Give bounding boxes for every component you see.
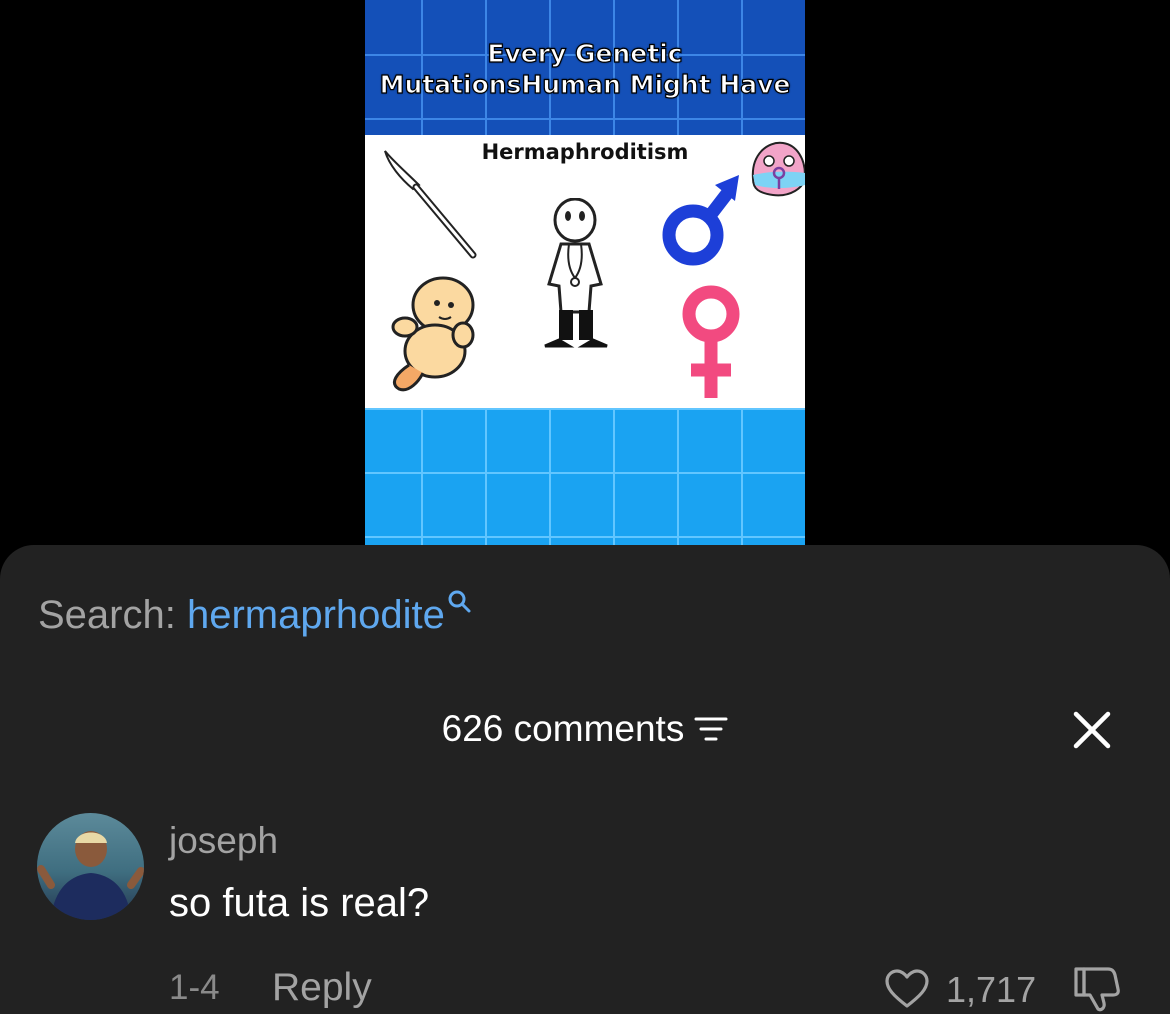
search-suggestion[interactable]: Search: hermaprhodite <box>38 590 473 638</box>
video-preview[interactable]: Every Genetic MutationsHuman Might Have … <box>365 0 805 545</box>
scalpel-illustration <box>384 150 477 259</box>
intersex-blob-illustration <box>751 141 805 197</box>
grid-background-bottom <box>365 408 805 545</box>
dislike-icon[interactable] <box>1072 965 1122 1013</box>
comment-date: 1-4 <box>169 968 220 1007</box>
like-count: 1,717 <box>946 969 1037 1010</box>
video-title: Every Genetic MutationsHuman Might Have <box>365 38 805 100</box>
baby-illustration <box>391 276 475 392</box>
comment-username[interactable]: joseph <box>169 820 278 862</box>
illustration-panel: Hermaphroditism <box>365 135 805 408</box>
comment-count: 626 comments <box>441 708 685 749</box>
avatar-photo <box>37 831 144 920</box>
female-symbol-icon <box>682 285 740 398</box>
male-symbol-icon <box>662 175 739 266</box>
search-term-link[interactable]: hermaprhodite <box>187 593 445 637</box>
close-icon[interactable] <box>1072 710 1112 750</box>
avatar[interactable] <box>37 813 144 920</box>
video-title-line-1: Every Genetic <box>487 38 683 68</box>
sort-filter-icon[interactable] <box>694 716 728 742</box>
comment-text: so futa is real? <box>169 881 430 925</box>
search-icon[interactable] <box>447 589 473 615</box>
doctor-illustration <box>544 198 608 348</box>
comments-header: 626 comments <box>0 708 1170 750</box>
reply-button[interactable]: Reply <box>272 966 372 1010</box>
video-title-line-2: MutationsHuman Might Have <box>379 69 791 99</box>
search-label: Search: <box>38 593 176 637</box>
comments-sheet: Search: hermaprhodite 626 comments josep… <box>0 545 1170 1014</box>
heart-icon[interactable] <box>884 968 930 1010</box>
